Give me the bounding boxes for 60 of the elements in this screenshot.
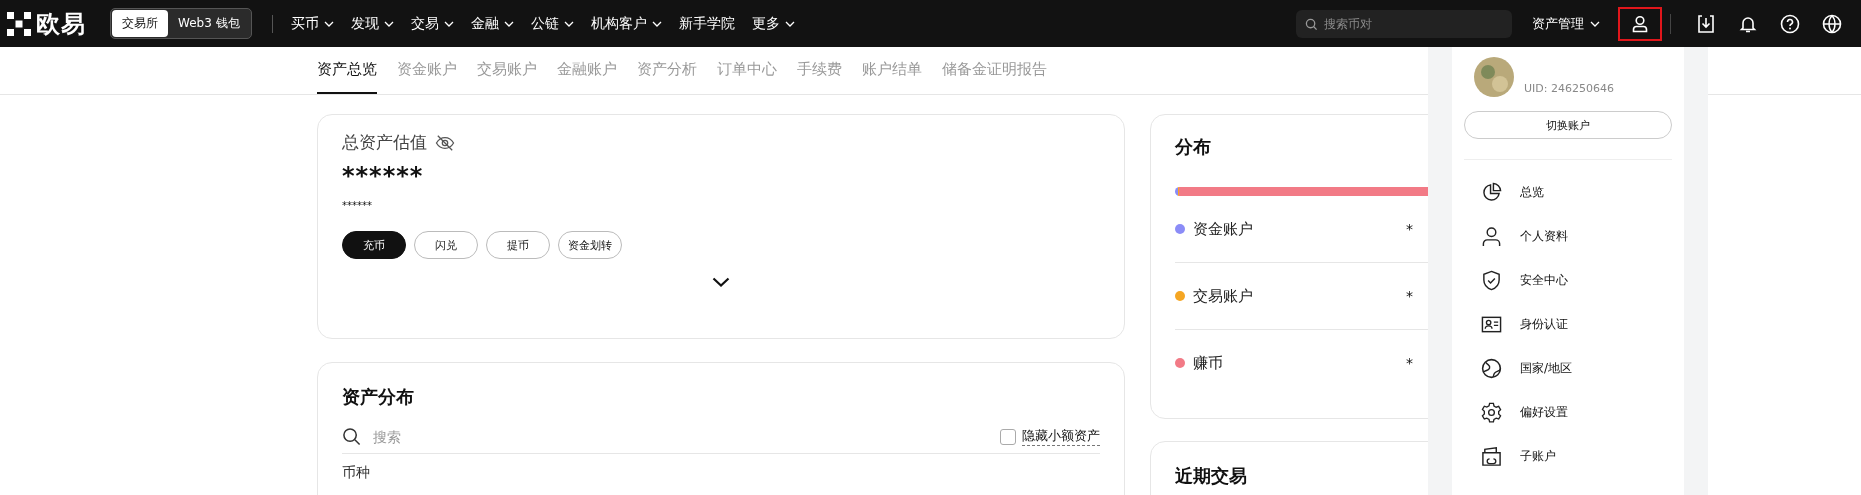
switch-account-button[interactable]: 切换账户 [1464,111,1672,139]
checkbox-label[interactable]: 隐藏小额资产 [1022,427,1100,446]
action-button[interactable]: 充币 [342,231,406,259]
help-icon[interactable] [1780,13,1800,34]
action-button[interactable]: 资金划转 [558,231,622,259]
nav-link[interactable]: 更多 [751,14,795,33]
column-header: 币种 [342,464,371,482]
nav-link[interactable]: 新手学院 [678,14,735,33]
nav-link[interactable]: 公链 [530,14,574,33]
avatar [1474,57,1514,97]
card-title: 资产分布 [342,385,415,409]
menu-item[interactable]: 国家/地区 [1464,346,1672,390]
user-id: UID: 246250646 [1524,82,1614,97]
sub-value: ****** [342,200,373,211]
person-icon [1481,225,1502,247]
menu-item[interactable]: 总览 [1464,170,1672,214]
expand-chevron-icon[interactable] [712,277,730,287]
asset-menu[interactable]: 资产管理 [1532,14,1600,33]
action-button[interactable]: 闪兑 [414,231,478,259]
nav-link[interactable]: 机构客户 [590,14,662,33]
mode-tab[interactable]: Web3 钱包 [168,10,250,37]
account-value: * [1406,355,1413,371]
shield-icon [1481,269,1502,291]
nav-link[interactable]: 金融 [470,14,514,33]
chevron-down-icon [1590,20,1600,27]
account-name: 赚币 [1193,353,1223,373]
account-name: 资金账户 [1193,219,1253,239]
account-name: 交易账户 [1193,286,1253,306]
globe-icon [1481,357,1502,379]
menu-item[interactable]: 安全中心 [1464,258,1672,302]
menu-item[interactable]: 身份认证 [1464,302,1672,346]
menu-item[interactable]: 偏好设置 [1464,390,1672,434]
account-value: * [1406,221,1413,237]
card-title: 近期交易 [1175,464,1248,488]
checkbox[interactable] [1000,428,1016,445]
menu-item[interactable]: 子账户 [1464,434,1672,478]
nav-link[interactable]: 发现 [350,14,394,33]
search-icon [1305,17,1318,31]
nav-link[interactable]: 交易 [410,14,454,33]
wallet-icon [1481,445,1502,467]
search-icon [342,427,361,446]
nav-link[interactable]: 买币 [290,14,334,33]
globe-icon[interactable] [1822,13,1842,34]
action-button[interactable]: 提币 [486,231,550,259]
user-button[interactable] [1618,6,1662,41]
user-icon [1630,13,1650,34]
search-field[interactable]: 搜索币对 [1296,9,1512,38]
logo-icon [7,11,31,36]
eye-off-icon[interactable] [435,133,455,152]
download-icon[interactable] [1696,13,1716,34]
menu-item[interactable]: 个人资料 [1464,214,1672,258]
mode-tab[interactable]: 交易所 [112,10,168,37]
card-title: 分布 [1175,135,1212,159]
subnav-tab[interactable]: 资产总览 [317,60,377,94]
settings-icon [1481,401,1502,423]
card-title: 总资产估值 [342,131,427,154]
logo-text: 欧易 [36,8,86,40]
account-value: * [1406,288,1413,304]
total-value: ****** [342,162,425,190]
pie-chart-icon [1481,181,1502,203]
